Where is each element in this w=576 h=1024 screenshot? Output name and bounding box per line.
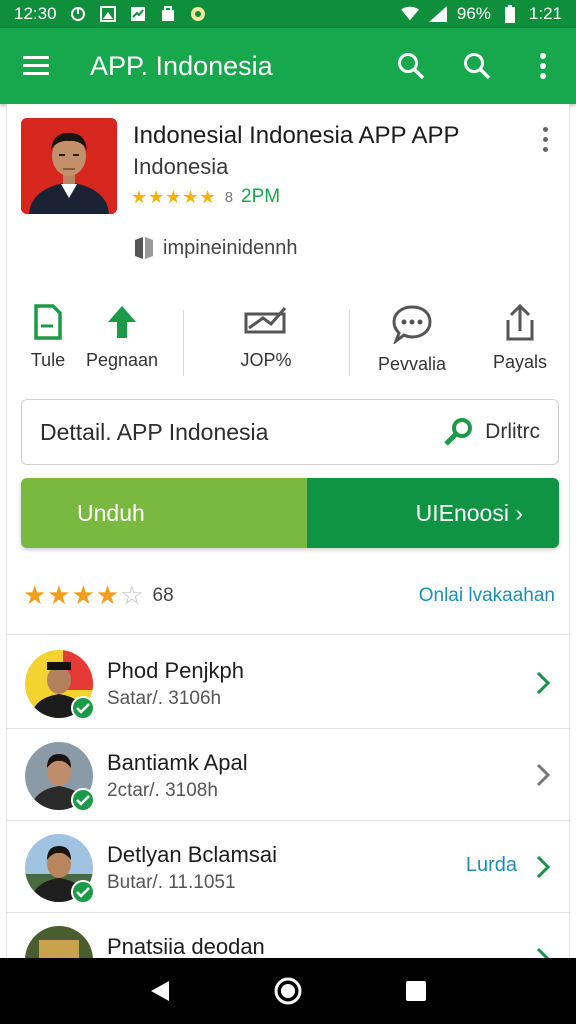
action-payals-label: Payals bbox=[492, 352, 548, 372]
review-author: Bantiamk Apal bbox=[107, 750, 248, 775]
system-nav-bar bbox=[0, 958, 576, 1024]
action-pegnaan-label: Pegnaan bbox=[85, 350, 159, 370]
arrow-up-icon bbox=[108, 306, 136, 338]
document-icon bbox=[34, 304, 62, 340]
app-icon[interactable] bbox=[21, 118, 117, 214]
verified-icon bbox=[71, 696, 95, 720]
action-pegnaan[interactable]: Pegnaan bbox=[77, 304, 167, 371]
status-bar: 12:30 96% 1:21 bbox=[0, 0, 576, 28]
avatar-portrait bbox=[21, 118, 117, 214]
search-button-secondary[interactable] bbox=[444, 28, 510, 104]
overflow-menu-button[interactable] bbox=[510, 28, 576, 104]
app-bar-title: APP. Indonesia bbox=[90, 50, 273, 81]
app-bar: APP. Indonesia bbox=[0, 28, 576, 104]
review-author: Pnatsiia deodan bbox=[107, 934, 265, 958]
trend-icon bbox=[244, 307, 287, 334]
status-time-right: 1:21 bbox=[528, 4, 562, 23]
review-stars: ★★★★☆ bbox=[23, 580, 145, 610]
divider bbox=[7, 634, 571, 635]
menu-button[interactable] bbox=[0, 28, 72, 104]
verified-icon bbox=[71, 880, 95, 904]
review-author: Detlyan Bclamsai bbox=[107, 842, 277, 867]
image-icon bbox=[99, 5, 117, 23]
developer-name: impineinidennh bbox=[163, 236, 298, 259]
review-item[interactable]: Detlyan Bclamsai Butar/. 11.1051 Lurda bbox=[7, 822, 571, 912]
battery-icon bbox=[501, 5, 519, 23]
share-icon bbox=[506, 304, 534, 341]
back-triangle-icon bbox=[151, 981, 169, 1001]
developer-icon bbox=[135, 237, 153, 259]
review-count: 68 bbox=[152, 584, 174, 606]
back-button[interactable] bbox=[140, 971, 180, 1011]
divider bbox=[7, 728, 571, 729]
rating-count: 2PM bbox=[241, 186, 281, 207]
review-item[interactable]: Phod Penjkph Satar/. 3106h bbox=[7, 638, 571, 728]
review-item[interactable]: Bantiamk Apal 2ctar/. 3108h bbox=[7, 730, 571, 820]
avatar bbox=[25, 926, 93, 958]
search-icon bbox=[398, 53, 425, 80]
detail-right-label: Drlitrc bbox=[485, 420, 540, 443]
detail-field[interactable]: Dettail. APP Indonesia Drlitrc bbox=[21, 399, 559, 465]
app-title: Indonesial Indonesia APP APP bbox=[133, 122, 460, 149]
search-icon bbox=[444, 418, 473, 446]
review-item[interactable]: Pnatsiia deodan bbox=[7, 914, 571, 958]
app-rating-row: ★★★★★ 8 2PM bbox=[131, 186, 280, 208]
review-meta: 2ctar/. 3108h bbox=[107, 780, 218, 801]
signal-icon bbox=[428, 5, 447, 23]
chevron-right-icon[interactable] bbox=[531, 760, 555, 790]
rating-stars: ★★★★★ bbox=[131, 186, 217, 207]
sync-icon bbox=[69, 5, 87, 23]
app-subtitle: Indonesia bbox=[133, 154, 229, 179]
review-summary: ★★★★☆ 68 Onlai lvakaahan bbox=[23, 580, 555, 611]
status-time-left: 12:30 bbox=[14, 4, 57, 23]
developer-row[interactable]: impineinidennh bbox=[133, 236, 298, 260]
wifi-icon bbox=[400, 5, 419, 23]
button-row: Unduh UIEnoosi › bbox=[21, 478, 559, 548]
action-row: Tule Pegnaan JOP% Pevvalia Payals bbox=[7, 304, 571, 394]
action-divider bbox=[183, 310, 184, 376]
chat-icon bbox=[392, 305, 432, 344]
recents-button[interactable] bbox=[396, 971, 436, 1011]
action-divider bbox=[349, 310, 350, 376]
action-jop-label: JOP% bbox=[240, 350, 292, 370]
open-button[interactable]: UIEnoosi › bbox=[307, 478, 559, 548]
home-circle-icon bbox=[274, 977, 302, 1005]
action-payals[interactable]: Payals bbox=[475, 304, 565, 373]
action-jop[interactable]: JOP% bbox=[221, 304, 311, 371]
hamburger-icon bbox=[23, 56, 49, 75]
app-detail-card: Indonesial Indonesia APP APP Indonesia ★… bbox=[6, 104, 571, 964]
more-vert-icon bbox=[540, 53, 546, 79]
verified-icon bbox=[71, 788, 95, 812]
action-pevvalia-label: Pevvalia bbox=[377, 354, 447, 374]
review-meta: Butar/. 11.1051 bbox=[107, 872, 236, 893]
review-meta: Satar/. 3106h bbox=[107, 688, 222, 709]
chevron-right-icon[interactable] bbox=[531, 944, 555, 958]
install-button[interactable]: Unduh bbox=[21, 478, 307, 548]
detail-text: Dettail. APP Indonesia bbox=[40, 418, 269, 445]
chevron-right-icon[interactable] bbox=[531, 852, 555, 882]
divider bbox=[7, 912, 571, 913]
search-button[interactable] bbox=[378, 28, 444, 104]
bag-icon bbox=[159, 5, 177, 23]
app-more-button[interactable] bbox=[533, 124, 557, 154]
action-pevvalia[interactable]: Pevvalia bbox=[367, 304, 457, 375]
battery-level: 96% bbox=[456, 4, 491, 23]
home-button[interactable] bbox=[268, 971, 308, 1011]
review-author: Phod Penjkph bbox=[107, 658, 244, 683]
rating-badge: 8 bbox=[224, 188, 234, 206]
see-all-reviews-link[interactable]: Onlai lvakaahan bbox=[419, 585, 555, 607]
divider bbox=[7, 820, 571, 821]
review-tag-link[interactable]: Lurda bbox=[466, 854, 517, 877]
chart-icon bbox=[129, 5, 147, 23]
chevron-right-icon[interactable] bbox=[531, 668, 555, 698]
recents-square-icon bbox=[406, 981, 426, 1001]
search-icon bbox=[464, 53, 491, 80]
notification-icon bbox=[189, 5, 207, 23]
